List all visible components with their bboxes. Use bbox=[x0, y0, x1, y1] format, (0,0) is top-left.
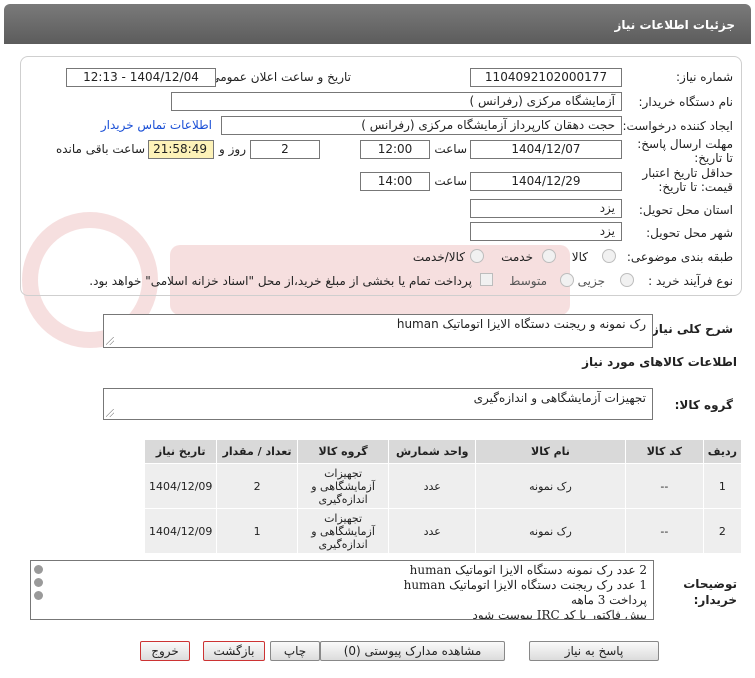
goods-table: ردیف کد کالا نام کالا واحد شمارش گروه کا… bbox=[143, 439, 743, 554]
print-button[interactable]: چاپ bbox=[270, 641, 320, 661]
description-textarea[interactable]: رک نمونه و ریجنت دستگاه الایزا اتوماتیک … bbox=[103, 314, 653, 348]
goods-group-text: تجهیزات آزمایشگاهی و اندازه‌گیری bbox=[473, 391, 646, 405]
creator-field: حجت دهقان کارپرداز آزمایشگاه مرکزی (رفرا… bbox=[221, 116, 622, 135]
treasury-payment-note: پرداخت تمام یا بخشی از مبلغ خرید،از محل … bbox=[89, 274, 472, 288]
col-item-code: کد کالا bbox=[624, 439, 704, 464]
description-label: شرح کلی نیاز: bbox=[647, 322, 733, 336]
notes-line: پرداخت 3 ماهه bbox=[571, 593, 647, 607]
resize-grip-icon[interactable] bbox=[106, 337, 114, 345]
category-radio-both[interactable] bbox=[470, 249, 484, 263]
notes-line: 1 عدد رک ریجنت دستگاه الایزا اتوماتیک hu… bbox=[403, 578, 647, 592]
view-attachments-button[interactable]: مشاهده مدارک پیوستی (0) bbox=[320, 641, 505, 661]
back-button[interactable]: بازگشت bbox=[203, 641, 265, 661]
scroll-dot-icon bbox=[33, 578, 43, 587]
scroll-dot-icon bbox=[33, 565, 43, 574]
cell-unit: عدد bbox=[388, 463, 477, 509]
category-radio-goods[interactable] bbox=[602, 249, 616, 263]
cell-row-number: 2 bbox=[702, 508, 743, 554]
page-header: جزئیات اطلاعات نیاز bbox=[4, 4, 751, 44]
cell-need-date: 1404/12/09 bbox=[143, 463, 218, 509]
category-option-goods: کالا bbox=[571, 250, 588, 264]
remaining-time-field: 21:58:49 bbox=[148, 140, 214, 159]
resize-grip-icon[interactable] bbox=[106, 409, 114, 417]
reply-button[interactable]: پاسخ به نیاز bbox=[529, 641, 659, 661]
table-row: 1 -- رک نمونه عدد تجهیزات آزمایشگاهی و ا… bbox=[143, 463, 743, 509]
deadline-label: مهلت ارسال پاسخ: تا تاریخ: bbox=[637, 137, 733, 165]
col-unit: واحد شمارش bbox=[388, 439, 477, 464]
validity-time-field: 14:00 bbox=[360, 172, 430, 191]
page-title: جزئیات اطلاعات نیاز bbox=[614, 18, 735, 32]
buyer-notes-textarea[interactable]: 2 عدد رک نمونه دستگاه الایزا اتوماتیک hu… bbox=[30, 560, 654, 620]
city-label: شهر محل تحویل: bbox=[646, 226, 733, 240]
col-need-date: تاریخ نیاز bbox=[143, 439, 218, 464]
cell-item-code: -- bbox=[624, 508, 704, 554]
cell-item-code: -- bbox=[624, 463, 704, 509]
province-field: یزد bbox=[470, 199, 622, 218]
announce-date-label: تاریخ و ساعت اعلان عمومی: bbox=[206, 70, 351, 84]
validity-date-field: 1404/12/29 bbox=[470, 172, 622, 191]
category-label: طبقه بندی موضوعی: bbox=[626, 250, 733, 264]
validity-label: حداقل تاریخ اعتبار قیمت: تا تاریخ: bbox=[642, 166, 733, 194]
buyer-notes-label: توضیحات خریدار: bbox=[683, 577, 737, 607]
cell-item-group: تجهیزات آزمایشگاهی و اندازه‌گیری bbox=[296, 463, 390, 509]
col-item-name: نام کالا bbox=[475, 439, 626, 464]
city-field: یزد bbox=[470, 222, 622, 241]
scroll-dot-icon bbox=[33, 591, 43, 600]
process-type-label: نوع فرآیند خرید : bbox=[648, 274, 733, 288]
description-text: رک نمونه و ریجنت دستگاه الایزا اتوماتیک … bbox=[396, 317, 646, 331]
buyer-label: نام دستگاه خریدار: bbox=[638, 95, 734, 109]
province-label: استان محل تحویل: bbox=[638, 203, 733, 217]
buyer-field: آزمایشگاه مرکزی (رفرانس ) bbox=[171, 92, 622, 111]
goods-group-textarea[interactable]: تجهیزات آزمایشگاهی و اندازه‌گیری bbox=[103, 388, 653, 420]
need-number-field: 1104092102000177 bbox=[470, 68, 622, 87]
process-option-minor: جزیی bbox=[577, 274, 605, 288]
goods-group-label: گروه کالا: bbox=[674, 398, 733, 412]
category-option-service: خدمت bbox=[501, 250, 533, 264]
cell-unit: عدد bbox=[388, 508, 477, 554]
validity-time-label: ساعت bbox=[434, 174, 467, 188]
category-radio-service[interactable] bbox=[542, 249, 556, 263]
cell-quantity: 2 bbox=[216, 463, 298, 509]
need-number-label: شماره نیاز: bbox=[676, 70, 733, 84]
exit-button[interactable]: خروج bbox=[140, 641, 190, 661]
col-item-group: گروه کالا bbox=[296, 439, 390, 464]
cell-row-number: 1 bbox=[702, 463, 743, 509]
announce-date-field: 1404/12/04 - 12:13 bbox=[66, 68, 216, 87]
col-quantity: تعداد / مقدار bbox=[216, 439, 298, 464]
notes-line: 2 عدد رک نمونه دستگاه الایزا اتوماتیک hu… bbox=[409, 563, 647, 577]
buyer-contact-link[interactable]: اطلاعات تماس خریدار bbox=[101, 118, 212, 132]
deadline-date-field: 1404/12/07 bbox=[470, 140, 622, 159]
goods-info-title: اطلاعات کالاهای مورد نیاز bbox=[582, 355, 737, 369]
process-option-medium: متوسط bbox=[509, 274, 547, 288]
deadline-time-field: 12:00 bbox=[360, 140, 430, 159]
table-row: 2 -- رک نمونه عدد تجهیزات آزمایشگاهی و ا… bbox=[143, 508, 743, 554]
cell-item-group: تجهیزات آزمایشگاهی و اندازه‌گیری bbox=[296, 508, 390, 554]
notes-line: پیش فاکتور با کد IRC پیوست شود bbox=[472, 608, 647, 620]
notes-scrollbar[interactable] bbox=[32, 563, 44, 617]
remaining-time-label: ساعت باقی مانده bbox=[55, 142, 145, 156]
process-radio-minor[interactable] bbox=[620, 273, 634, 287]
creator-label: ایجاد کننده درخواست: bbox=[622, 119, 733, 133]
days-label: روز و bbox=[219, 142, 246, 156]
process-radio-medium[interactable] bbox=[560, 273, 574, 287]
days-field: 2 bbox=[250, 140, 320, 159]
col-row-number: ردیف bbox=[702, 439, 743, 464]
table-header-row: ردیف کد کالا نام کالا واحد شمارش گروه کا… bbox=[143, 439, 743, 464]
treasury-payment-checkbox[interactable] bbox=[480, 273, 493, 286]
cell-item-name: رک نمونه bbox=[475, 463, 626, 509]
cell-quantity: 1 bbox=[216, 508, 298, 554]
category-option-both: کالا/خدمت bbox=[412, 250, 465, 264]
cell-item-name: رک نمونه bbox=[475, 508, 626, 554]
cell-need-date: 1404/12/09 bbox=[143, 508, 218, 554]
deadline-time-label: ساعت bbox=[434, 142, 467, 156]
